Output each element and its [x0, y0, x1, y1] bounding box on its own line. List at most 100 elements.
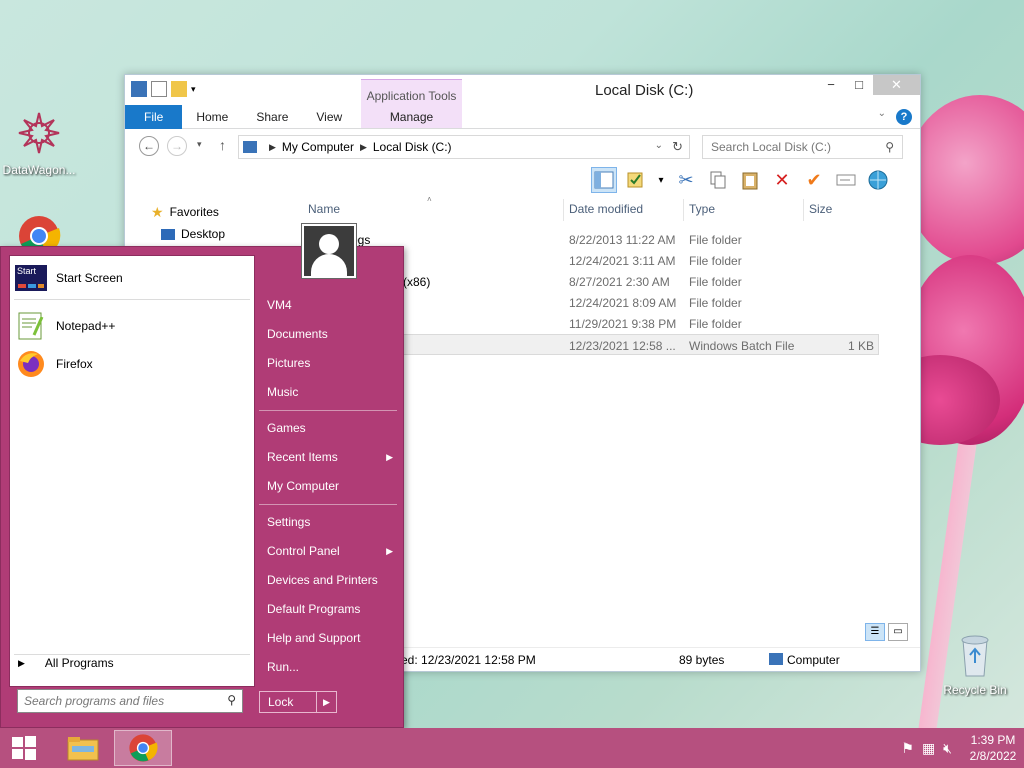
file-date: 8/22/2013 11:22 AM [569, 233, 676, 247]
help-icon[interactable]: ? [896, 109, 912, 125]
refresh-icon[interactable]: ↻ [672, 139, 683, 155]
start-item-games[interactable]: Games [259, 414, 399, 443]
delete-icon[interactable]: ✕ [769, 167, 795, 193]
tab-manage[interactable]: Manage [361, 105, 462, 129]
breadcrumb-my-computer[interactable]: My Computer [282, 140, 354, 154]
column-divider [683, 199, 684, 221]
copy-icon[interactable] [705, 167, 731, 193]
quick-access-toolbar: ▾ [131, 81, 207, 97]
tab-home[interactable]: Home [182, 105, 242, 129]
program-firefox[interactable]: Firefox [14, 346, 250, 382]
tab-view[interactable]: View [302, 105, 356, 129]
desktop-icon-label: Recycle Bin [943, 683, 1007, 697]
preview-pane-icon[interactable] [591, 167, 617, 193]
search-input[interactable]: Search Local Disk (C:) ⚲ [702, 135, 903, 159]
breadcrumb-local-disk[interactable]: Local Disk (C:) [373, 140, 452, 154]
ribbon-expand-icon[interactable]: ⌄ [878, 108, 886, 119]
desktop-icon-recycle-bin[interactable]: Recycle Bin [936, 630, 1014, 697]
start-right-column: VM4 Documents Pictures Music Games Recen… [259, 291, 399, 682]
nav-desktop[interactable]: Desktop [125, 223, 295, 245]
start-item-documents[interactable]: Documents [259, 320, 399, 349]
new-folder-icon[interactable] [171, 81, 187, 97]
start-item-devices-and-printers[interactable]: Devices and Printers [259, 566, 399, 595]
lock-button[interactable]: Lock ▶ [259, 691, 337, 713]
column-name[interactable]: Name [308, 202, 340, 216]
start-item-my-computer[interactable]: My Computer [259, 472, 399, 501]
all-programs-label: All Programs [44, 656, 114, 670]
nav-favorites[interactable]: ★ Favorites [125, 201, 295, 223]
start-item-pictures[interactable]: Pictures [259, 349, 399, 378]
properties-icon[interactable] [623, 167, 649, 193]
file-type: File folder [689, 254, 742, 268]
clock[interactable]: 1:39 PM 2/8/2022 [962, 732, 1024, 764]
start-item-run[interactable]: Run... [259, 653, 399, 682]
chevron-down-icon[interactable]: ▾ [655, 167, 667, 193]
breadcrumb-separator-icon: ▶ [269, 141, 276, 152]
network-icon[interactable]: ▦ [922, 740, 935, 757]
tab-file[interactable]: File [125, 104, 183, 129]
file-date: 11/29/2021 9:38 PM [569, 317, 677, 331]
back-button[interactable]: ← [139, 136, 159, 156]
start-item-help-and-support[interactable]: Help and Support [259, 624, 399, 653]
start-item-default-programs[interactable]: Default Programs [259, 595, 399, 624]
column-date-modified[interactable]: Date modified [569, 202, 643, 216]
computer-icon [769, 653, 783, 665]
column-size[interactable]: Size [809, 202, 832, 216]
notepad-plus-plus-icon [14, 310, 48, 342]
details-view-icon[interactable]: ☰ [865, 623, 885, 641]
ribbon-tabs: File Home Share View Manage ⌄ ? [125, 104, 920, 129]
volume-muted-icon[interactable]: 🔇︎ [943, 740, 952, 757]
start-item-label: Recent Items [267, 450, 338, 464]
recent-locations-icon[interactable]: ▾ [197, 139, 202, 150]
computer-icon[interactable] [131, 81, 147, 97]
taskbar: ⚑ ▦ 🔇︎ 1:39 PM 2/8/2022 [0, 728, 1024, 768]
start-item-recent-items[interactable]: Recent Items ▶ [259, 443, 399, 472]
desktop-icon-datawagon[interactable]: DataWagon... [0, 108, 78, 177]
start-item-music[interactable]: Music [259, 378, 399, 407]
paste-icon[interactable] [737, 167, 763, 193]
tab-share[interactable]: Share [242, 105, 302, 129]
start-item-settings[interactable]: Settings [259, 508, 399, 537]
address-row: ← → ▾ ↑ ▶ My Computer ▶ Local Disk (C:) … [125, 133, 920, 163]
search-placeholder: Search programs and files [24, 694, 165, 708]
wallpaper-petal [905, 95, 1024, 265]
cut-icon[interactable]: ✂ [673, 167, 699, 193]
large-icons-view-icon[interactable]: ▭ [888, 623, 908, 641]
search-icon[interactable]: ⚲ [227, 693, 236, 707]
nav-favorites-label: Favorites [169, 205, 219, 219]
maximize-button[interactable]: □ [845, 75, 873, 95]
rename-icon[interactable] [833, 167, 859, 193]
properties-icon[interactable] [151, 81, 167, 97]
start-item-vm4[interactable]: VM4 [259, 291, 399, 320]
close-button[interactable]: ✕ [873, 75, 920, 95]
program-start-screen[interactable]: Start Start Screen [14, 260, 250, 296]
program-notepad-plus-plus[interactable]: Notepad++ [14, 308, 250, 344]
programs-panel: Start Start Screen Notepad++ Firefox ▶ A… [9, 255, 255, 687]
start-item-control-panel[interactable]: Control Panel ▶ [259, 537, 399, 566]
title-bar[interactable]: ▾ Local Disk (C:) − □ ✕ [125, 75, 920, 105]
start-button[interactable] [0, 728, 48, 768]
power-options-arrow-icon[interactable]: ▶ [316, 692, 336, 712]
network-globe-icon[interactable] [865, 167, 891, 193]
datawagon-icon [18, 112, 60, 154]
up-arrow-icon[interactable]: ↑ [219, 137, 226, 153]
action-center-flag-icon[interactable]: ⚑ [901, 740, 914, 757]
toolbar: ▾ ✂ ✕ ✔ [591, 167, 891, 193]
user-avatar[interactable] [301, 223, 357, 279]
minimize-button[interactable]: − [817, 75, 845, 95]
check-icon[interactable]: ✔ [801, 167, 827, 193]
address-dropdown-icon[interactable]: ⌄ [655, 140, 663, 151]
taskbar-file-explorer[interactable] [54, 730, 112, 766]
chevron-down-icon[interactable]: ▾ [191, 81, 207, 97]
forward-button[interactable]: → [167, 136, 187, 156]
file-date: 8/27/2021 2:30 AM [569, 275, 670, 289]
search-icon[interactable]: ⚲ [885, 140, 894, 154]
address-bar[interactable]: ▶ My Computer ▶ Local Disk (C:) ⌄ ↻ [238, 135, 690, 159]
column-type[interactable]: Type [689, 202, 715, 216]
all-programs[interactable]: ▶ All Programs [18, 656, 114, 670]
search-programs-input[interactable]: Search programs and files ⚲ [17, 689, 243, 713]
system-tray: ⚑ ▦ 🔇︎ 1:39 PM 2/8/2022 [901, 728, 1024, 768]
file-type: File folder [689, 317, 742, 331]
clock-time: 1:39 PM [970, 733, 1016, 747]
taskbar-chrome[interactable] [114, 730, 172, 766]
